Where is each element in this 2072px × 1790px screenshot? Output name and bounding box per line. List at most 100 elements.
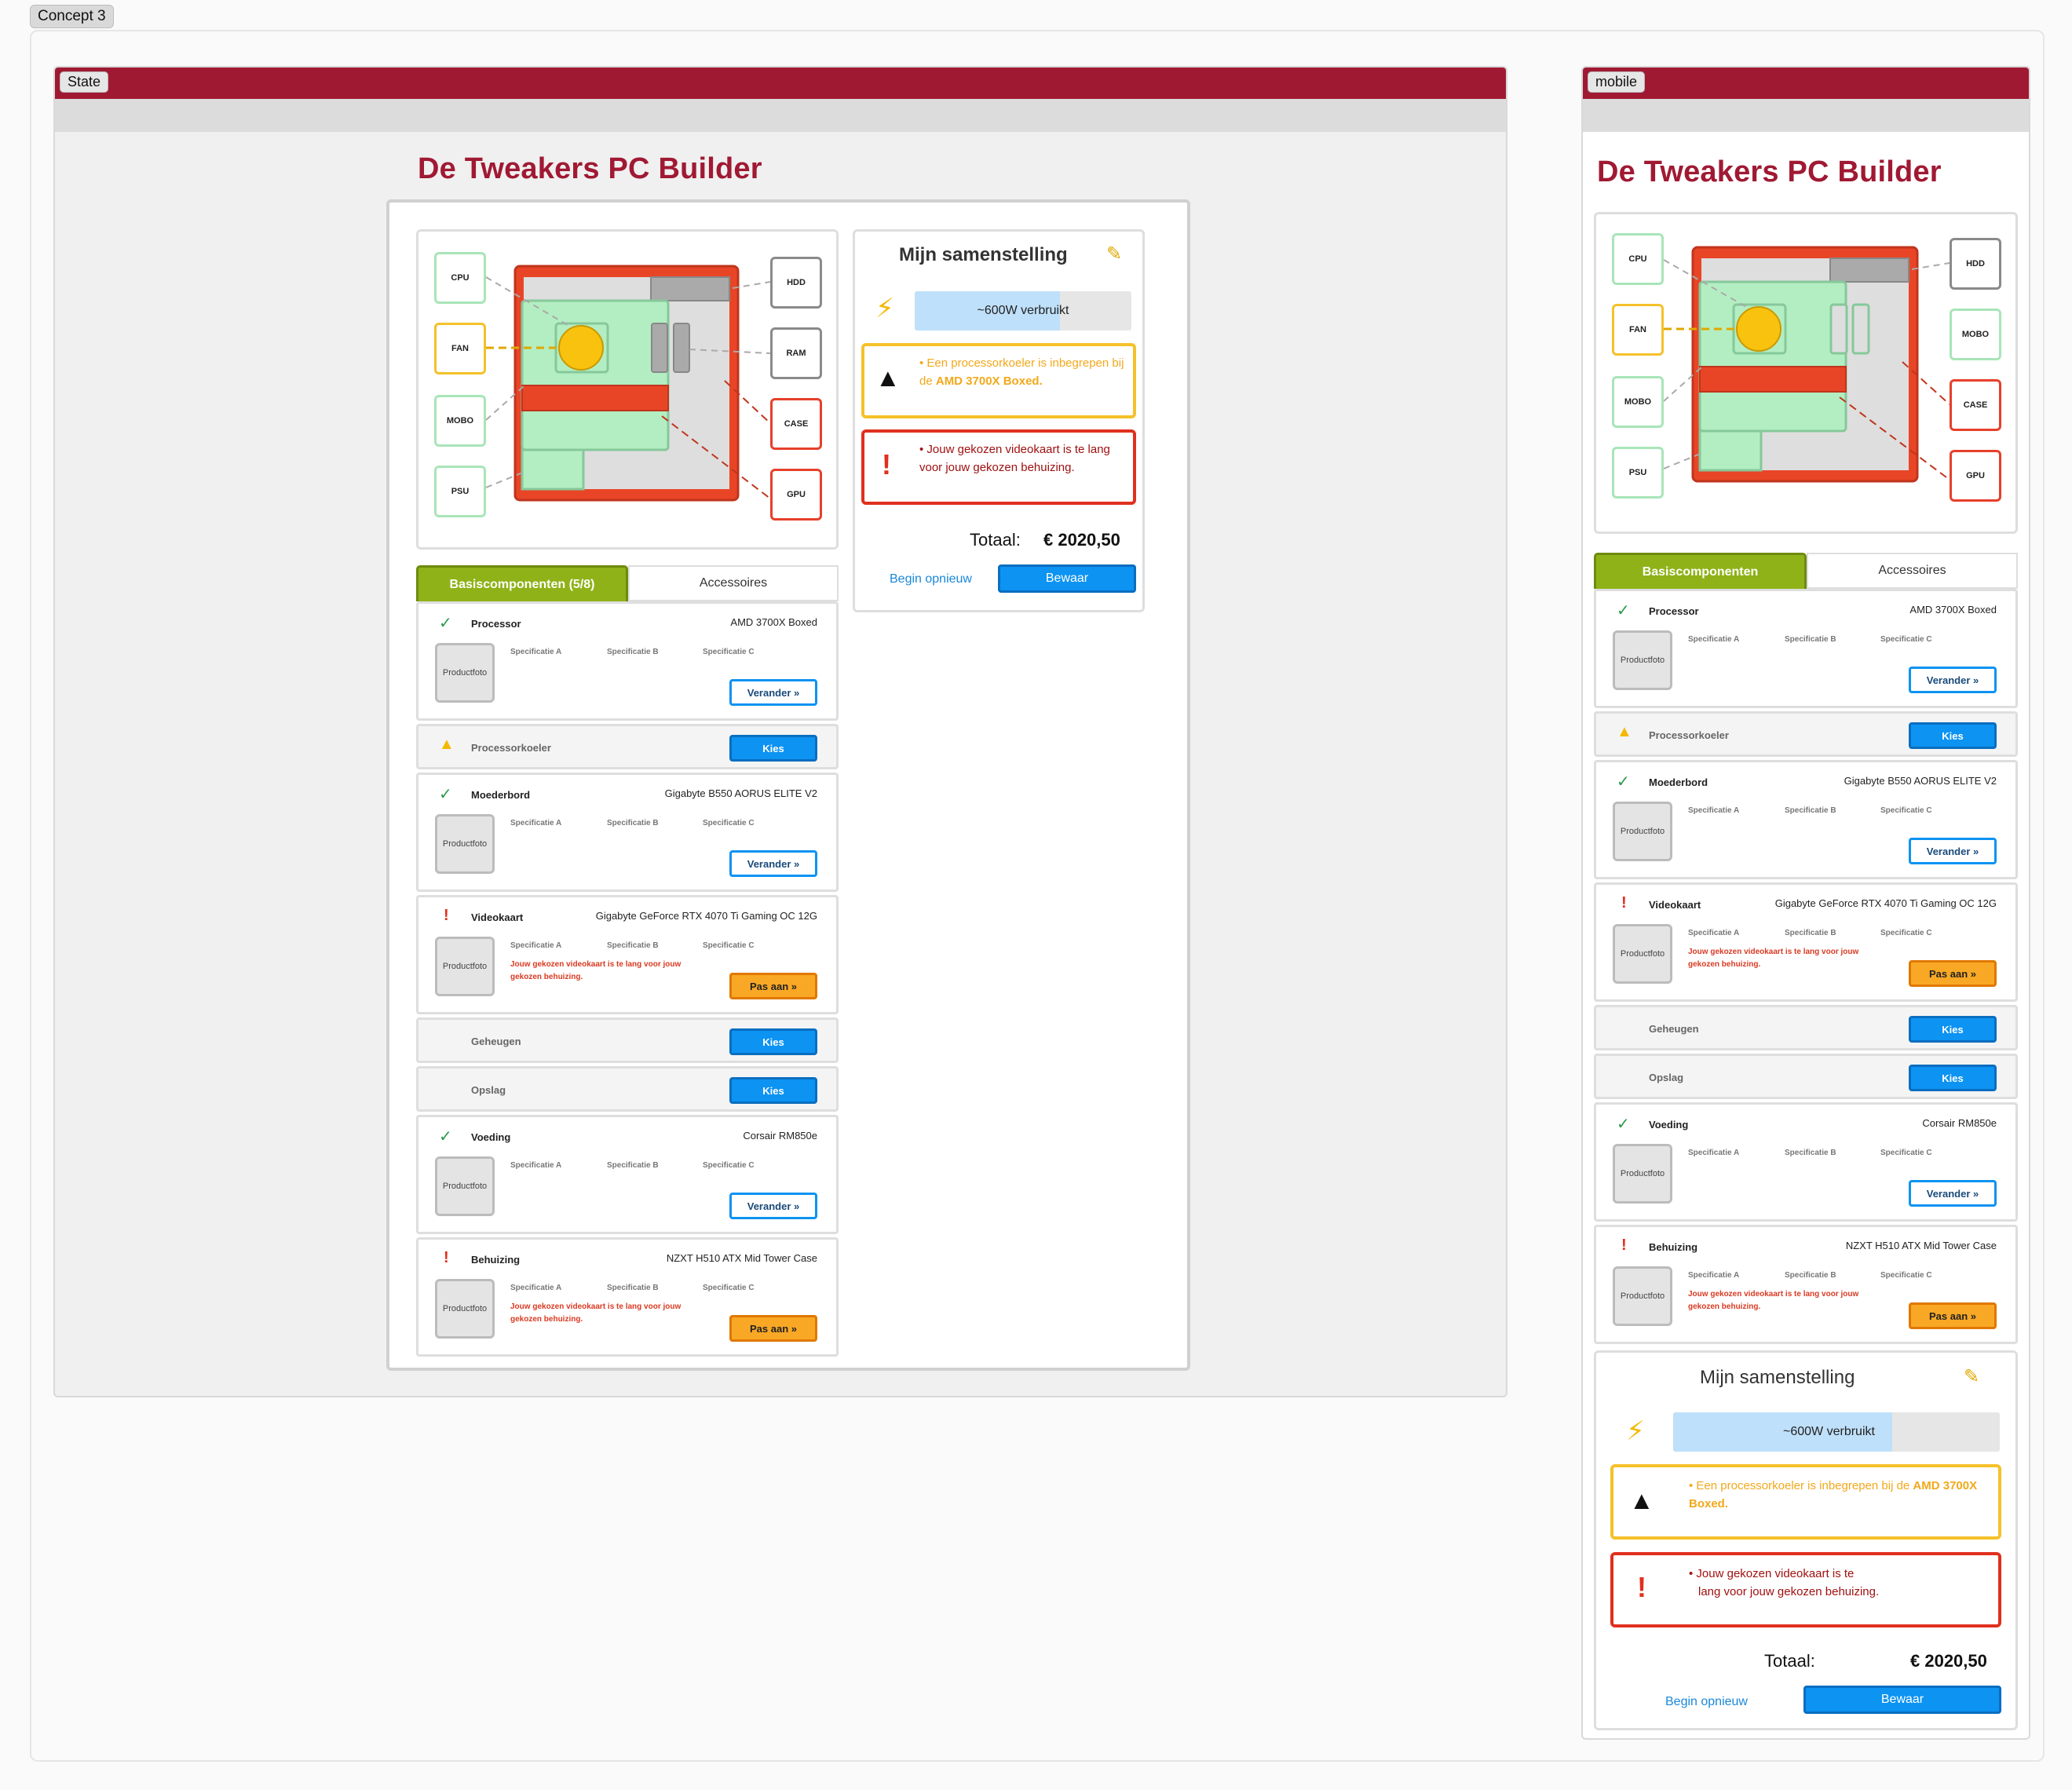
check-icon: ✓ [439,1128,452,1145]
node-ram[interactable]: RAM [770,327,822,379]
spec-c: Specificatie C [703,941,755,950]
product-photo: Productfoto [435,814,495,874]
spec-c: Specificatie C [703,819,755,827]
change-button[interactable]: Verander » [1909,667,1997,693]
node-cpu[interactable]: CPU [434,252,486,304]
node-gpu[interactable]: GPU [1950,450,2001,502]
choose-button[interactable]: Kies [1909,722,1997,749]
total-label: Totaal: [1764,1651,1815,1671]
warning-icon: ▲ [1629,1486,1654,1514]
spec-b: Specificatie B [1785,806,1836,815]
tab-accessoires[interactable]: Accessoires [1807,553,2018,589]
product-name: Gigabyte B550 AORUS ELITE V2 [664,787,817,799]
tab-basiscomponenten[interactable]: Basiscomponenten (5/8) [416,565,628,601]
error-text-line-2: lang voor jouw gekozen behuizing. [1698,1585,1880,1598]
pencil-icon[interactable]: ✎ [1106,243,1122,265]
node-fan[interactable]: FAN [434,323,486,374]
spec-a: Specificatie A [510,819,562,827]
spec-a: Specificatie A [510,1161,562,1170]
change-button[interactable]: Verander » [729,1193,817,1219]
node-hdd[interactable]: HDD [770,257,822,309]
error-alert: ! • Jouw gekozen videokaart is te lang vo… [1610,1552,2001,1627]
change-button[interactable]: Verander » [729,850,817,877]
change-button[interactable]: Verander » [1909,1180,1997,1207]
choose-button[interactable]: Kies [729,1077,817,1104]
product-name: NZXT H510 ATX Mid Tower Case [1845,1240,1997,1251]
adjust-button[interactable]: Pas aan » [729,973,817,999]
check-icon: ✓ [1617,1116,1630,1133]
component-row-memory: Geheugen Kies [416,1017,839,1063]
spec-c: Specificatie C [1880,806,1932,815]
product-name: Gigabyte GeForce RTX 4070 Ti Gaming OC 1… [1774,897,1997,909]
node-case[interactable]: CASE [1950,379,2001,431]
pencil-icon[interactable]: ✎ [1964,1365,1979,1388]
summary-title: Mijn samenstelling [1700,1367,1855,1388]
node-case[interactable]: CASE [770,398,822,450]
node-psu[interactable]: PSU [1612,447,1664,499]
product-photo: Productfoto [435,1279,495,1339]
spec-c: Specificatie C [703,648,755,656]
error-alert: ! • Jouw gekozen videokaart is te lang v… [861,429,1136,505]
choose-button[interactable]: Kies [1909,1065,1997,1091]
component-row-gpu: ! Videokaart Gigabyte GeForce RTX 4070 T… [416,895,839,1014]
check-icon: ✓ [1617,602,1630,619]
change-button[interactable]: Verander » [729,679,817,706]
node-mobo[interactable]: MOBO [434,395,486,447]
adjust-button[interactable]: Pas aan » [1909,960,1997,987]
save-button[interactable]: Bewaar [998,564,1136,593]
component-name: Videokaart [471,911,524,923]
summary-card: Mijn samenstelling ✎ ⚡ ~600W verbruikt ▲… [1594,1350,2018,1730]
node-mobo-right[interactable]: MOBO [1950,309,2001,360]
component-tabs: Basiscomponenten Accessoires [1594,553,2018,589]
exclamation-icon: ! [444,907,449,924]
power-label: ~600W verbruikt [1783,1425,1875,1438]
tab-basiscomponenten[interactable]: Basiscomponenten [1594,553,1807,589]
exclamation-icon: ! [1637,1571,1646,1603]
error-message: Jouw gekozen videokaart is te lang voor … [510,960,682,981]
change-button[interactable]: Verander » [1909,838,1997,864]
node-hdd[interactable]: HDD [1950,238,2001,290]
adjust-button[interactable]: Pas aan » [1909,1302,1997,1329]
power-label: ~600W verbruikt [977,304,1069,317]
component-row-gpu: ! Videokaart Gigabyte GeForce RTX 4070 T… [1594,882,2018,1002]
error-message: Jouw gekozen videokaart is te lang voor … [1688,1290,1859,1311]
component-name: Behuizing [1649,1241,1698,1253]
product-name: NZXT H510 ATX Mid Tower Case [666,1252,817,1264]
mobile-frame: mobile De Tweakers PC Builder CPU FAN MO… [1581,66,2030,1740]
warning-icon: ▲ [439,736,455,753]
error-text: Jouw gekozen videokaart is te lang voor … [919,443,1110,474]
spec-b: Specificatie B [607,819,659,827]
component-row-psu: ✓ Voeding Corsair RM850e Productfoto Spe… [416,1115,839,1234]
save-button[interactable]: Bewaar [1803,1686,2001,1714]
choose-button[interactable]: Kies [1909,1016,1997,1043]
choose-button[interactable]: Kies [729,1028,817,1055]
component-list: ✓ Processor AMD 3700X Boxed Productfoto … [416,601,839,1357]
tab-accessoires[interactable]: Accessoires [628,565,839,601]
pc-diagram: CPU FAN MOBO PSU HDD RAM CASE GPU [416,229,839,550]
page-title: De Tweakers PC Builder [418,152,762,185]
reset-link[interactable]: Begin opnieuw [1665,1695,1748,1709]
node-cpu[interactable]: CPU [1612,233,1664,285]
spec-b: Specificatie B [607,1161,659,1170]
reset-link[interactable]: Begin opnieuw [890,572,972,586]
component-row-processor: ✓ Processor AMD 3700X Boxed Productfoto … [416,601,839,721]
node-gpu[interactable]: GPU [770,469,822,521]
node-fan[interactable]: FAN [1612,304,1664,356]
component-row-storage: Opslag Kies [416,1066,839,1112]
spec-c: Specificatie C [1880,1271,1932,1280]
browser-bar [1583,99,2029,132]
choose-button[interactable]: Kies [729,735,817,762]
component-name: Geheugen [1649,1023,1699,1035]
spec-c: Specificatie C [1880,635,1932,644]
product-photo: Productfoto [435,643,495,703]
pc-diagram: CPU FAN MOBO PSU HDD MOBO CASE GPU [1594,212,2018,534]
product-name: AMD 3700X Boxed [1909,604,1997,616]
node-psu[interactable]: PSU [434,466,486,517]
node-mobo[interactable]: MOBO [1612,376,1664,428]
browser-bar [55,99,1506,132]
lightning-icon: ⚡ [1626,1416,1645,1446]
spec-a: Specificatie A [1688,806,1740,815]
component-name: Processor [471,618,521,630]
power-meter: ~600W verbruikt [1673,1412,2000,1452]
adjust-button[interactable]: Pas aan » [729,1315,817,1342]
